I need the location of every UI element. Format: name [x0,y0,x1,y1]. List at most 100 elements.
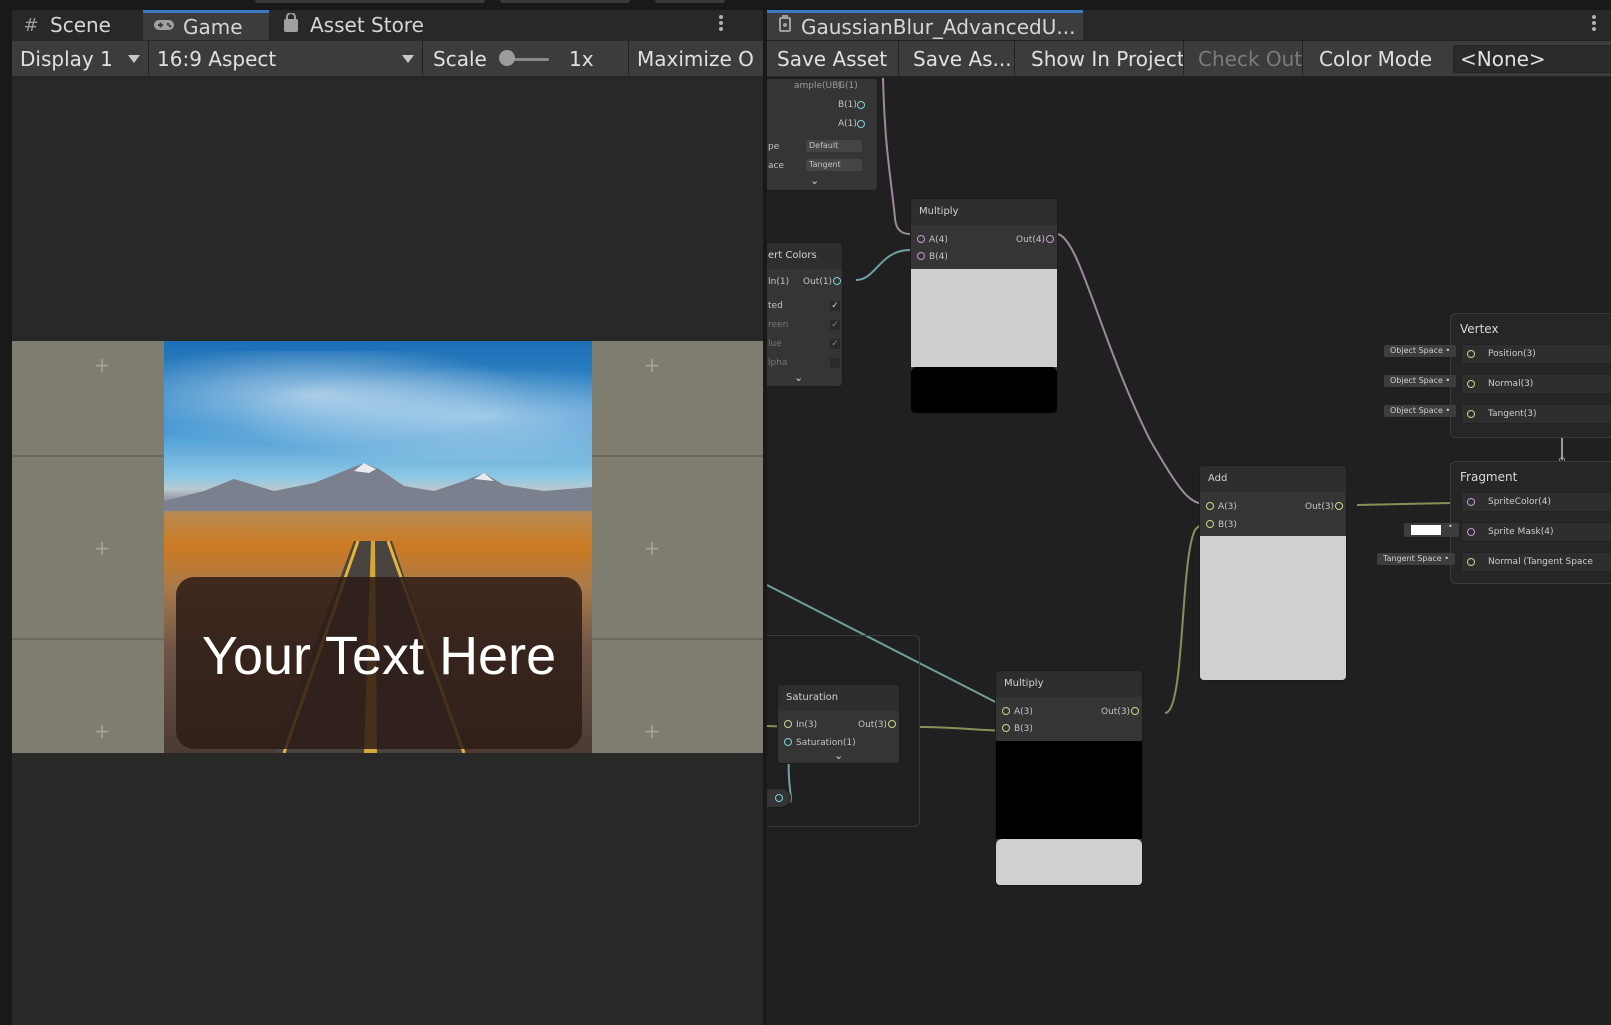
port-label: A(4) [929,235,948,245]
input-port[interactable] [917,252,925,260]
tab-game-label: Game [183,14,243,39]
scale-slider-thumb[interactable] [499,50,515,66]
tab-scene[interactable]: # Scene [20,10,146,40]
port-label: A(1) [838,119,857,129]
input-port[interactable] [1467,528,1475,536]
invert-colors-node[interactable]: ert Colors In(1) Out(1) ted ✓ reen ✓ lue… [767,242,843,387]
input-port[interactable] [1002,707,1010,715]
port-label: Out(3) [858,720,888,730]
space-dropdown[interactable]: Tangent [806,159,862,171]
port-label: B(4) [929,252,948,262]
output-port[interactable] [857,101,865,109]
checkbox-red[interactable]: ✓ [830,301,840,311]
input-port[interactable] [1467,380,1475,388]
saturation-node[interactable]: Saturation In(3) Saturation(1) Out(3) ⌄ [777,684,900,764]
input-port[interactable] [1467,350,1475,358]
plus-marker-icon: + [93,353,111,377]
node-preview [911,269,1057,367]
vertex-position-row[interactable]: Position(3) [1461,344,1611,364]
port-label: Out(1) [803,277,833,287]
input-port[interactable] [784,738,792,746]
shopping-bag-icon [280,11,302,38]
space-label: ace [768,161,785,171]
checkbox-green[interactable]: ✓ [830,320,840,330]
output-port[interactable] [775,794,783,802]
chevron-down-icon[interactable]: ⌄ [794,371,803,384]
fragment-normal-row[interactable]: Normal (Tangent Space [1461,552,1611,572]
add-node[interactable]: Add A(3) B(3) Out(3) [1199,465,1347,681]
output-port[interactable] [1335,502,1343,510]
space-pill-text: Object Space [1390,376,1443,385]
plus-marker-icon: + [643,719,661,743]
tab-asset-store-label: Asset Store [310,13,424,37]
output-port[interactable] [1131,707,1139,715]
window-top-strip [0,0,1611,10]
node-preview [1200,536,1346,680]
input-port[interactable] [1467,410,1475,418]
output-port[interactable] [833,277,841,285]
input-port[interactable] [1206,520,1214,528]
input-port[interactable] [1206,502,1214,510]
port-label: Out(4) [1016,235,1046,245]
checkbox-blue[interactable]: ✓ [830,339,840,349]
space-pill-text: Object Space [1390,406,1443,415]
display-dropdown-value: Display 1 [20,47,113,71]
grid-line [592,638,763,640]
chevron-down-icon [128,55,140,63]
plus-marker-icon: + [93,719,111,743]
fragment-sprite-mask-row[interactable]: Sprite Mask(4) [1461,522,1611,542]
grid-line [592,455,763,457]
fragment-stack: Fragment SpriteColor(4) Sprite Mask(4) N… [1450,461,1611,584]
port-label: A(3) [1218,502,1237,512]
sprite-mask-color-input[interactable]: • [1404,522,1459,537]
port-label: B(3) [1014,724,1033,734]
maximize-label: Maximize O [637,47,754,71]
tab-game[interactable]: Game [143,10,269,40]
node-preview [911,367,1057,413]
output-port[interactable] [1046,235,1054,243]
block-label: Sprite Mask(4) [1488,527,1554,537]
input-port[interactable] [1467,498,1475,506]
input-port[interactable] [917,235,925,243]
output-port[interactable] [888,720,896,728]
input-port[interactable] [1467,558,1475,566]
sample-texture-node[interactable]: ample(UB) G(1) B(1) A(1) pe Default ace … [767,78,878,191]
output-port[interactable] [857,120,865,128]
node-preview [996,741,1142,839]
maximize-on-play-button[interactable]: Maximize O [629,41,763,77]
tab-asset-store[interactable]: Asset Store [280,10,450,40]
property-node[interactable] [767,788,791,808]
game-tab-bar: # Scene Game Asset Store [12,10,763,40]
toggle-label: lue [768,339,782,349]
type-dropdown[interactable]: Default [806,140,862,152]
multiply-node-top[interactable]: Multiply A(4) B(4) Out(4) [910,198,1058,414]
port-label: A(3) [1014,707,1033,717]
more-options-icon[interactable] [716,14,726,36]
connector-dot-icon: • [1448,522,1453,531]
display-dropdown[interactable]: Display 1 [12,41,149,77]
block-label: Position(3) [1488,349,1536,359]
toggle-label: reen [768,320,789,330]
space-pill: Object Space • [1384,375,1457,387]
tab-scene-label: Scene [50,13,111,37]
space-value: Tangent [809,160,841,169]
vertex-tangent-row[interactable]: Tangent(3) [1461,404,1611,424]
multiply-bottom-title: Multiply [996,671,1142,697]
aspect-dropdown-value: 16:9 Aspect [157,47,277,71]
fragment-sprite-color-row[interactable]: SpriteColor(4) [1461,492,1611,512]
multiply-node-bottom[interactable]: Multiply A(3) B(3) Out(3) [995,670,1143,886]
space-pill: Object Space • [1384,405,1457,417]
scale-label: Scale [433,47,487,71]
aspect-dropdown[interactable]: 16:9 Aspect [149,41,423,77]
left-gutter [0,10,12,1025]
top-strip-handle [255,0,485,3]
port-label: In(3) [796,720,818,730]
checkbox-alpha[interactable] [830,358,840,368]
input-port[interactable] [784,720,792,728]
chevron-down-icon[interactable]: ⌄ [810,174,819,187]
chevron-down-icon[interactable]: ⌄ [834,749,843,762]
vertex-normal-row[interactable]: Normal(3) [1461,374,1611,394]
input-port[interactable] [1002,724,1010,732]
type-label: pe [768,142,780,152]
port-label: Out(3) [1305,502,1335,512]
